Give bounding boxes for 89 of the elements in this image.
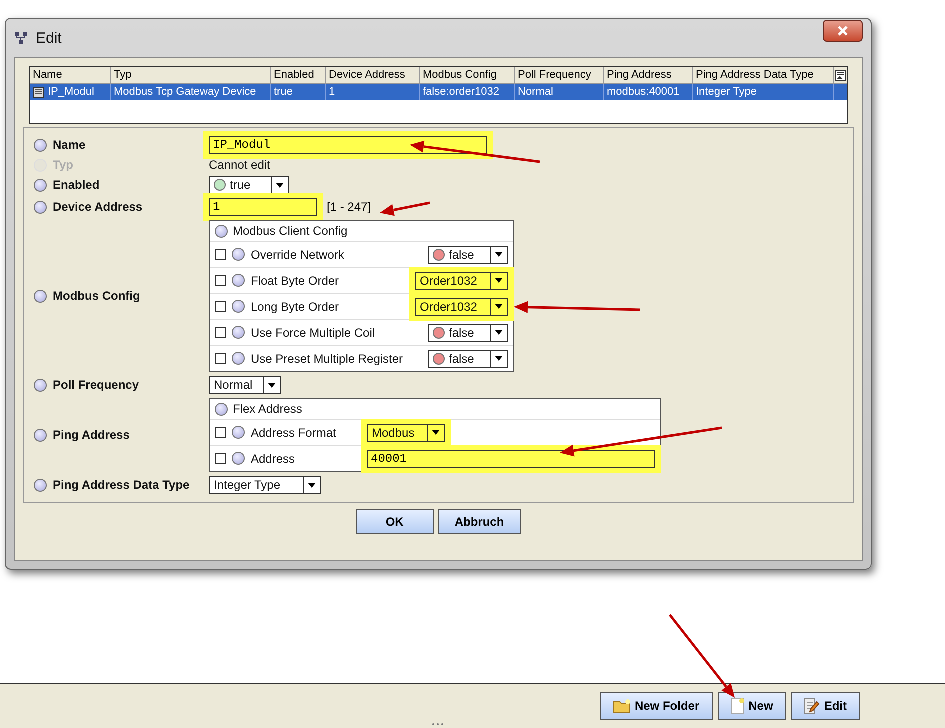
table-cell: Normal — [518, 86, 554, 98]
caret-icon — [308, 482, 316, 488]
checkbox[interactable] — [215, 249, 226, 260]
field-label: Device Address — [53, 200, 143, 214]
dropdown[interactable]: Normal — [209, 376, 281, 394]
range-hint: [1 - 247] — [327, 200, 372, 214]
close-icon — [837, 25, 849, 37]
table-cell: false:order1032 — [423, 86, 500, 98]
dropdown[interactable]: Order1032 — [415, 298, 508, 316]
status-icon — [232, 248, 245, 261]
caret-icon — [495, 278, 503, 283]
grip-icon[interactable] — [432, 723, 444, 726]
group-title: Flex Address — [233, 402, 302, 416]
table-cell: modbus:40001 — [607, 86, 680, 98]
caret-icon — [495, 252, 503, 257]
number-field[interactable]: 1 — [209, 198, 317, 216]
status-icon — [215, 224, 228, 238]
text-field[interactable]: IP_Modul — [209, 136, 487, 154]
column-chooser-icon[interactable] — [835, 70, 846, 80]
column-header[interactable]: Enabled — [271, 67, 326, 84]
property-label: Use Force Multiple Coil — [251, 326, 376, 340]
dropdown[interactable]: false — [428, 246, 508, 264]
caret-icon — [495, 356, 503, 361]
column-header[interactable]: Ping Address Data Type — [693, 67, 834, 84]
dropdown[interactable]: Order1032 — [415, 272, 508, 290]
table-cell: 1 — [329, 86, 336, 98]
toolbar-button[interactable]: Edit — [791, 692, 860, 720]
column-header[interactable]: Device Address — [326, 67, 420, 84]
column-header[interactable]: Name — [30, 67, 111, 84]
caret-icon — [268, 382, 276, 388]
checkbox[interactable] — [215, 427, 226, 438]
toolbar-button[interactable]: New — [718, 692, 786, 720]
group-title: Modbus Client Config — [233, 224, 348, 238]
column-header[interactable]: Poll Frequency — [515, 67, 604, 84]
field-label: Ping Address Data Type — [53, 478, 190, 492]
device-icon — [33, 86, 44, 98]
status-icon — [232, 326, 245, 339]
field-label: Ping Address — [53, 428, 130, 442]
dropdown[interactable]: Integer Type — [209, 476, 321, 494]
property-label: Long Byte Order — [251, 300, 340, 314]
field-note: Cannot edit — [209, 158, 270, 172]
close-button[interactable] — [823, 20, 863, 42]
document-icon — [730, 698, 745, 714]
dropdown[interactable]: false — [428, 324, 508, 342]
checkbox[interactable] — [215, 275, 226, 286]
dropdown[interactable]: false — [428, 350, 508, 368]
table-cell: IP_Modul — [48, 86, 94, 98]
property-label: Override Network — [251, 248, 346, 262]
property-label: Float Byte Order — [251, 274, 340, 288]
dropdown[interactable]: Modbus — [367, 424, 445, 442]
field-label: Enabled — [53, 178, 100, 192]
toolbar-button[interactable]: New Folder — [600, 692, 713, 720]
status-icon — [232, 300, 245, 313]
status-icon — [232, 426, 245, 439]
column-header[interactable]: Modbus Config — [420, 67, 515, 84]
caret-icon — [276, 182, 284, 188]
field-label: Poll Frequency — [53, 378, 140, 392]
column-header[interactable]: Typ — [111, 67, 271, 84]
table-cell: Integer Type — [696, 86, 757, 98]
column-header[interactable]: Ping Address — [604, 67, 693, 84]
checkbox[interactable] — [215, 353, 226, 364]
field-label: Typ — [53, 158, 74, 172]
property-label: Address — [251, 452, 296, 466]
caret-icon — [495, 330, 503, 335]
field-label: Modbus Config — [53, 289, 140, 303]
edit-icon — [804, 698, 820, 714]
status-icon — [232, 452, 245, 465]
caret-icon — [495, 304, 503, 309]
folder-icon — [612, 698, 631, 714]
status-icon — [232, 352, 245, 365]
table-row[interactable]: IP_Modul Modbus Tcp Gateway Device true 1 false:order1032 Normal modbus:40001 Integer Type — [30, 84, 847, 100]
window-title: Edit — [36, 30, 62, 46]
status-icon — [215, 402, 228, 416]
property-label: Use Preset Multiple Register — [251, 352, 404, 366]
dialog-button[interactable]: Abbruch — [438, 509, 522, 534]
table-cell: Modbus Tcp Gateway Device — [114, 86, 256, 98]
table-cell: true — [274, 86, 293, 98]
status-icon — [232, 274, 245, 287]
checkbox[interactable] — [215, 453, 226, 464]
field-label: Name — [53, 138, 86, 152]
caret-icon — [432, 430, 440, 435]
tree-icon — [14, 31, 28, 45]
dialog-button[interactable]: OK — [356, 509, 434, 534]
checkbox[interactable] — [215, 301, 226, 312]
dropdown[interactable]: true — [209, 176, 289, 194]
property-label: Address Format — [251, 426, 338, 440]
text-field[interactable]: 40001 — [367, 450, 655, 468]
checkbox[interactable] — [215, 327, 226, 338]
annotation-arrow — [380, 202, 430, 216]
